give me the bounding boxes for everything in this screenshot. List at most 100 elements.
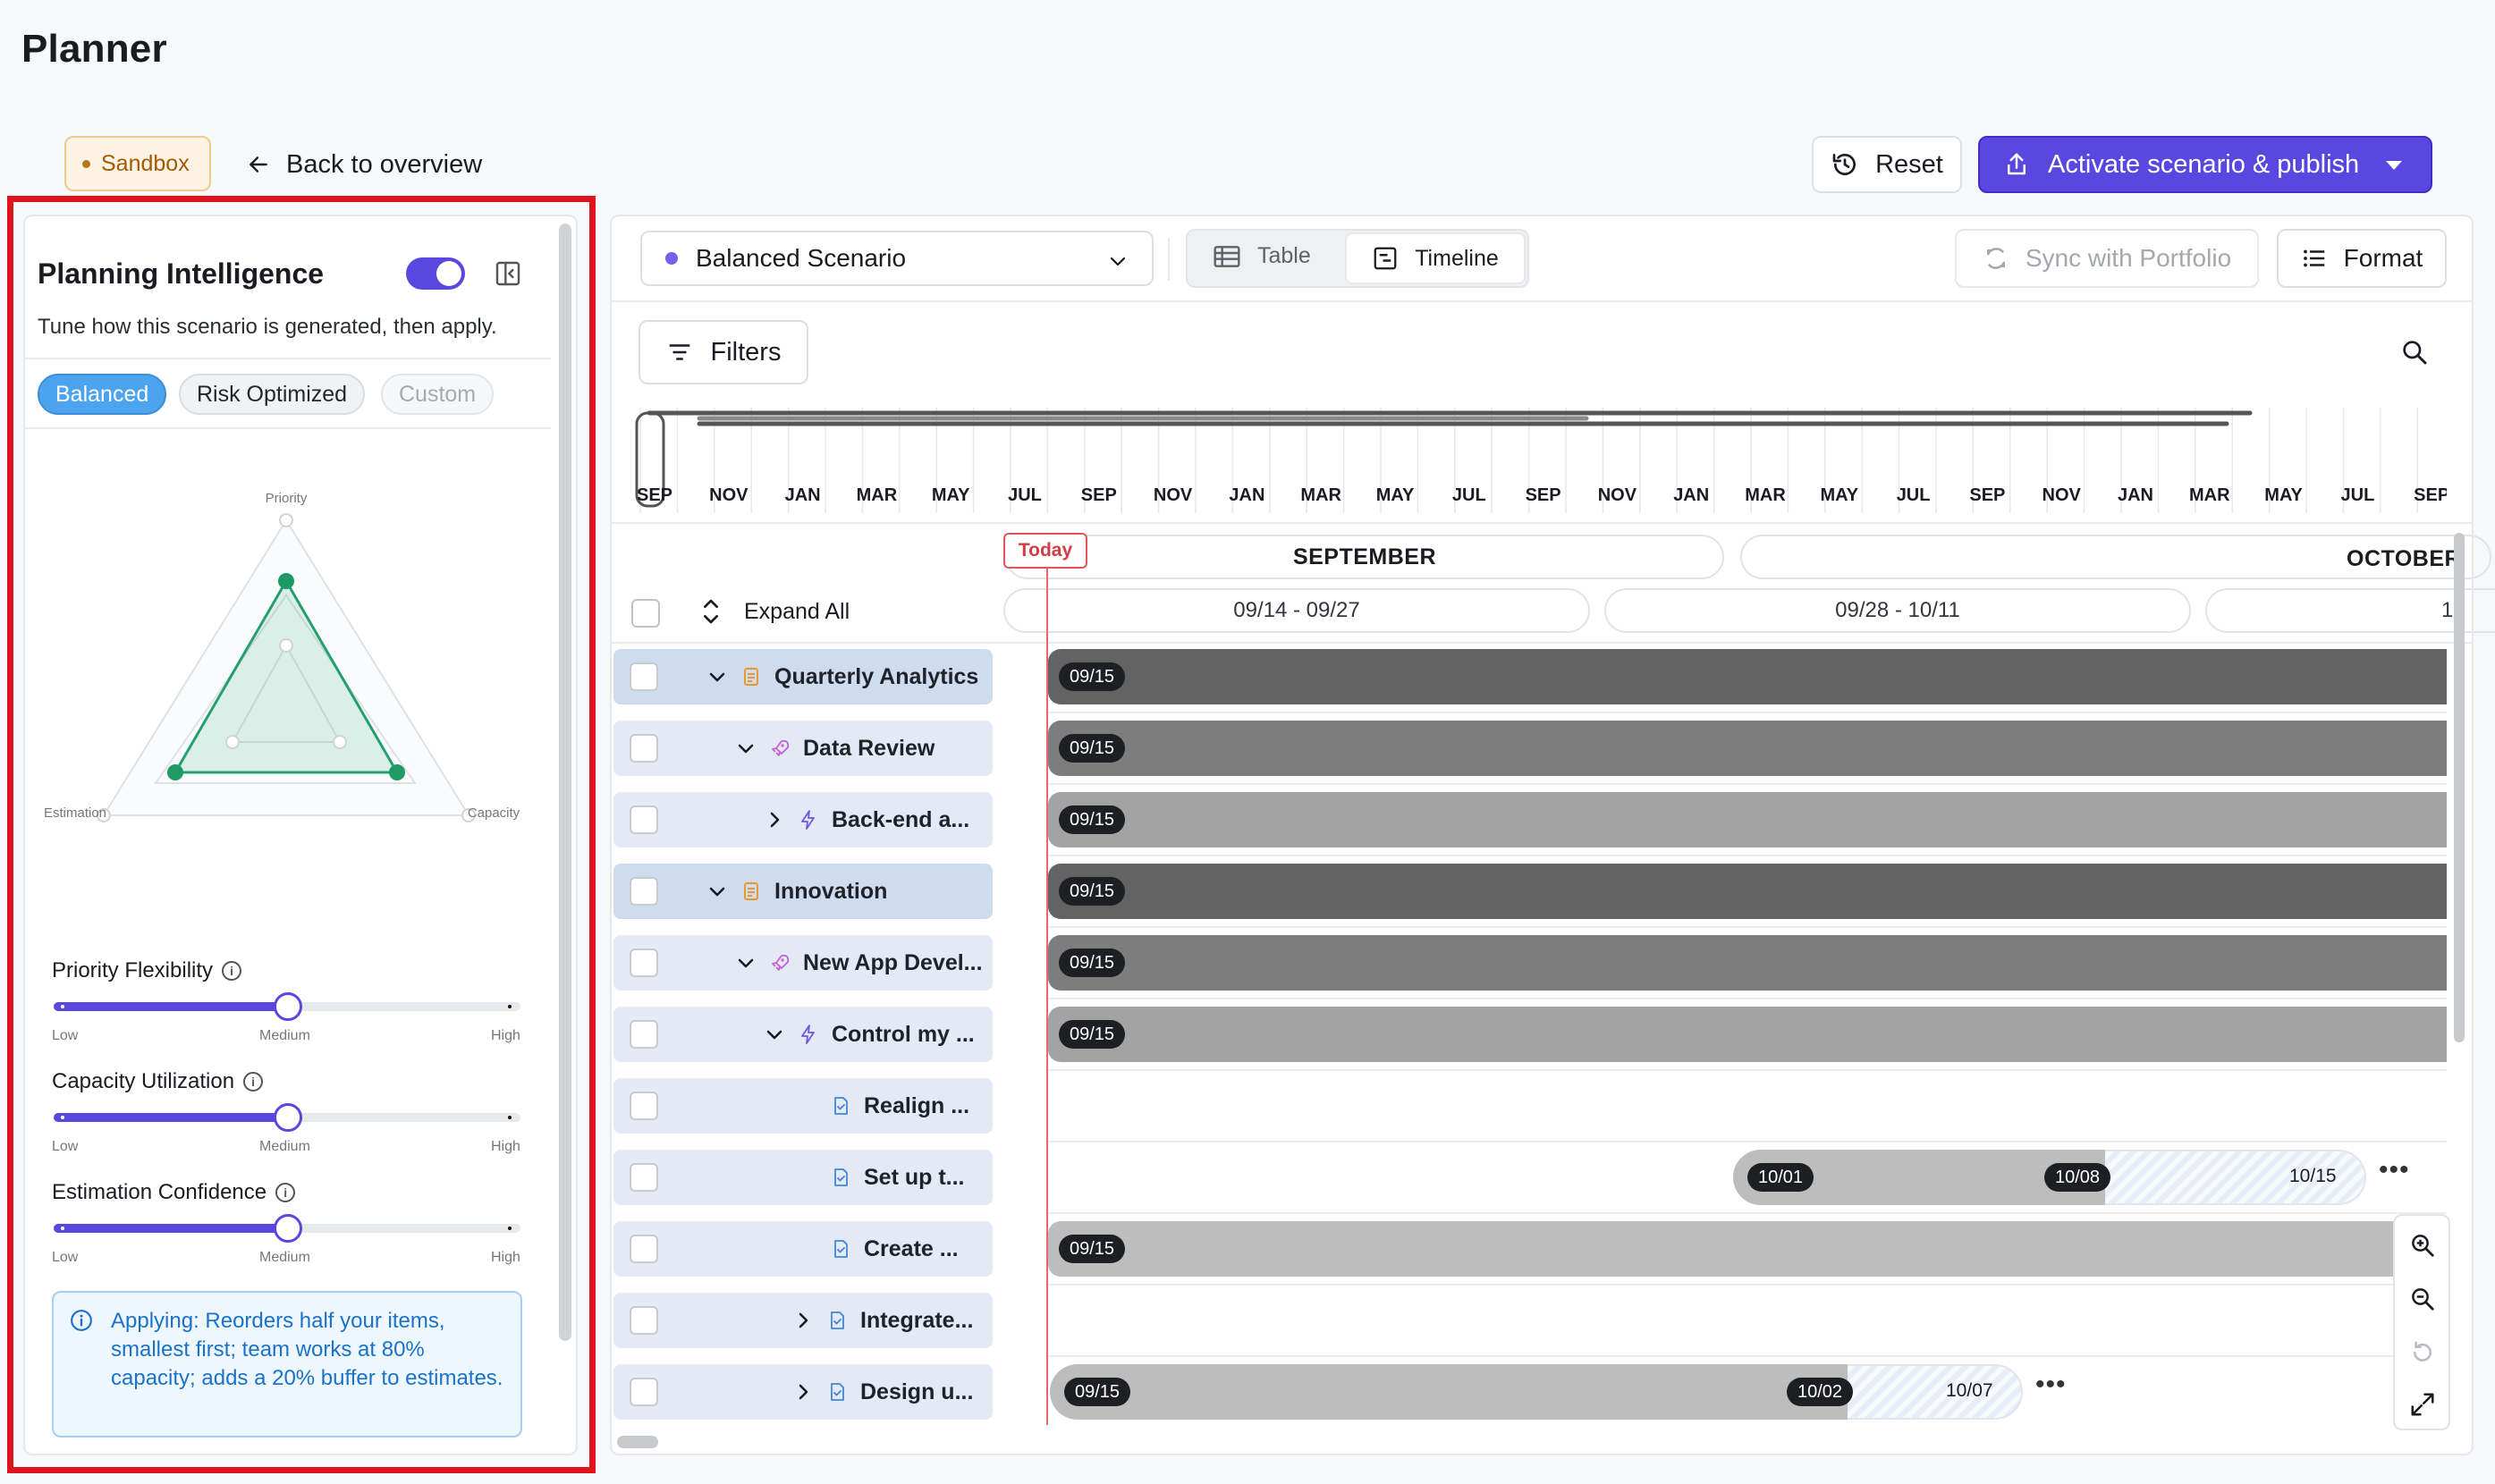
table-row[interactable]: Integrate...	[613, 1293, 993, 1348]
arrow-left-icon	[249, 156, 267, 173]
dropdown-caret-icon[interactable]	[2386, 161, 2402, 170]
overview-month-label: JUL	[2341, 485, 2375, 505]
overview-month-label: JAN	[2118, 485, 2153, 505]
lightning-icon	[801, 1024, 815, 1044]
row-divider	[1048, 1355, 2447, 1357]
timeline-bar[interactable]	[1050, 1364, 1848, 1420]
row-label: Realign ...	[864, 1092, 970, 1118]
table-row[interactable]: Back-end a...	[613, 792, 993, 847]
timeline-bar[interactable]: 09/15	[1048, 649, 2447, 704]
document-icon	[744, 668, 758, 686]
zoom-in-icon[interactable]	[2409, 1232, 2436, 1259]
row-label: Quarterly Analytics	[774, 663, 979, 689]
document-icon	[744, 882, 758, 900]
divider	[612, 522, 2472, 524]
task-icon	[834, 1097, 848, 1115]
table-row[interactable]: Realign ...	[613, 1078, 993, 1134]
chevron-right-icon[interactable]	[792, 1381, 814, 1403]
expand-all-label: Expand All	[744, 598, 850, 624]
week-range: 09/14 - 09/27	[1003, 588, 1590, 633]
row-checkbox[interactable]	[630, 734, 658, 763]
filters-button[interactable]: Filters	[639, 320, 808, 384]
timeline-bar[interactable]: 09/15	[1048, 1221, 2447, 1277]
overview-month-label: MAR	[1745, 485, 1786, 505]
row-checkbox[interactable]	[630, 1378, 658, 1406]
row-checkbox[interactable]	[630, 1163, 658, 1192]
row-checkbox[interactable]	[630, 662, 658, 691]
overview-month-label: SEP	[2414, 485, 2447, 505]
expand-all-button[interactable]: Expand All	[701, 597, 850, 626]
chevron-right-icon[interactable]	[764, 809, 785, 831]
sync-portfolio-button[interactable]: Sync with Portfolio	[1955, 229, 2259, 288]
reset-button[interactable]: Reset	[1812, 136, 1962, 193]
overview-month-label: JAN	[785, 485, 821, 505]
zoom-out-icon[interactable]	[2409, 1286, 2436, 1312]
view-timeline-tab[interactable]: Timeline	[1345, 232, 1526, 284]
chevron-right-icon[interactable]	[792, 1310, 814, 1331]
view-table-tab[interactable]: Table	[1213, 243, 1311, 269]
sync-icon	[1986, 248, 2005, 269]
select-all-checkbox[interactable]	[631, 599, 660, 628]
table-row[interactable]: Control my ...	[613, 1007, 993, 1062]
badge-dot	[82, 159, 90, 168]
row-checkbox[interactable]	[630, 805, 658, 834]
format-button[interactable]: Format	[2277, 229, 2447, 288]
chevron-down-icon[interactable]	[764, 1024, 785, 1045]
chevron-down-icon[interactable]	[706, 666, 728, 687]
row-checkbox[interactable]	[630, 877, 658, 906]
overview-month-label: SEP	[1969, 485, 2005, 505]
fullscreen-icon[interactable]	[2409, 1391, 2436, 1418]
row-divider	[1048, 1141, 2447, 1143]
overview-month-label: JAN	[1229, 485, 1264, 505]
row-checkbox[interactable]	[630, 1306, 658, 1335]
table-row[interactable]: New App Devel...	[613, 935, 993, 991]
row-label: Create ...	[864, 1235, 959, 1261]
table-row[interactable]: Create ...	[613, 1221, 993, 1277]
start-date-chip: 09/15	[1059, 1235, 1126, 1263]
end-date-label: 10/07	[1946, 1380, 1993, 1401]
row-divider	[1048, 855, 2447, 856]
timeline-bar[interactable]: 09/15	[1048, 792, 2447, 847]
back-to-overview-link[interactable]: Back to overview	[247, 145, 482, 184]
table-row[interactable]: Quarterly Analytics	[613, 649, 993, 704]
vertical-scrollbar[interactable]	[2454, 533, 2465, 1042]
back-link-label: Back to overview	[286, 149, 483, 179]
overview-timeline[interactable]: SEP NOV JAN MAR MAY JUL SEP NOV JAN MAR MAY JUL SEP N…	[631, 408, 2447, 513]
table-row[interactable]: Design u...	[613, 1364, 993, 1420]
search-icon[interactable]	[2400, 338, 2429, 367]
panel-highlight-frame	[7, 196, 596, 1473]
row-checkbox[interactable]	[630, 1020, 658, 1049]
horizontal-scrollbar[interactable]	[617, 1436, 658, 1448]
divider	[1168, 238, 1170, 281]
timeline-bar[interactable]: 09/15	[1048, 935, 2447, 991]
timeline-bar[interactable]: 09/15	[1048, 721, 2447, 776]
more-options-icon[interactable]: •••	[2379, 1155, 2410, 1185]
row-checkbox[interactable]	[630, 949, 658, 977]
table-row[interactable]: Set up t...	[613, 1150, 993, 1205]
chevron-down-icon[interactable]	[706, 881, 728, 902]
mid-date-chip: 10/02	[1787, 1378, 1854, 1406]
reset-label: Reset	[1875, 149, 1943, 179]
table-row[interactable]: Innovation	[613, 864, 993, 919]
activate-publish-button[interactable]: Activate scenario & publish	[1978, 136, 2432, 193]
timeline-bar[interactable]: 09/15	[1048, 864, 2447, 919]
table-row[interactable]: Data Review	[613, 721, 993, 776]
more-options-icon[interactable]: •••	[2035, 1370, 2067, 1400]
chevron-down-icon[interactable]	[735, 738, 757, 759]
row-checkbox[interactable]	[630, 1235, 658, 1263]
timeline-bar[interactable]: 09/15	[1048, 1007, 2447, 1062]
start-date-chip: 09/15	[1059, 1020, 1126, 1049]
week-range: 1	[2205, 588, 2495, 633]
week-range: 09/28 - 10/11	[1604, 588, 2191, 633]
start-date-chip: 10/01	[1747, 1163, 1814, 1192]
scenario-select[interactable]: Balanced Scenario	[640, 231, 1154, 286]
overview-month-label: MAR	[857, 485, 898, 505]
chevron-down-icon[interactable]	[735, 952, 757, 974]
view-table-label: Table	[1257, 243, 1311, 268]
table-icon	[1214, 245, 1240, 267]
row-divider	[1048, 998, 2447, 999]
end-date-label: 10/15	[2289, 1166, 2337, 1186]
start-date-chip: 09/15	[1059, 949, 1126, 977]
reset-zoom-icon[interactable]	[2409, 1339, 2436, 1366]
row-checkbox[interactable]	[630, 1092, 658, 1120]
